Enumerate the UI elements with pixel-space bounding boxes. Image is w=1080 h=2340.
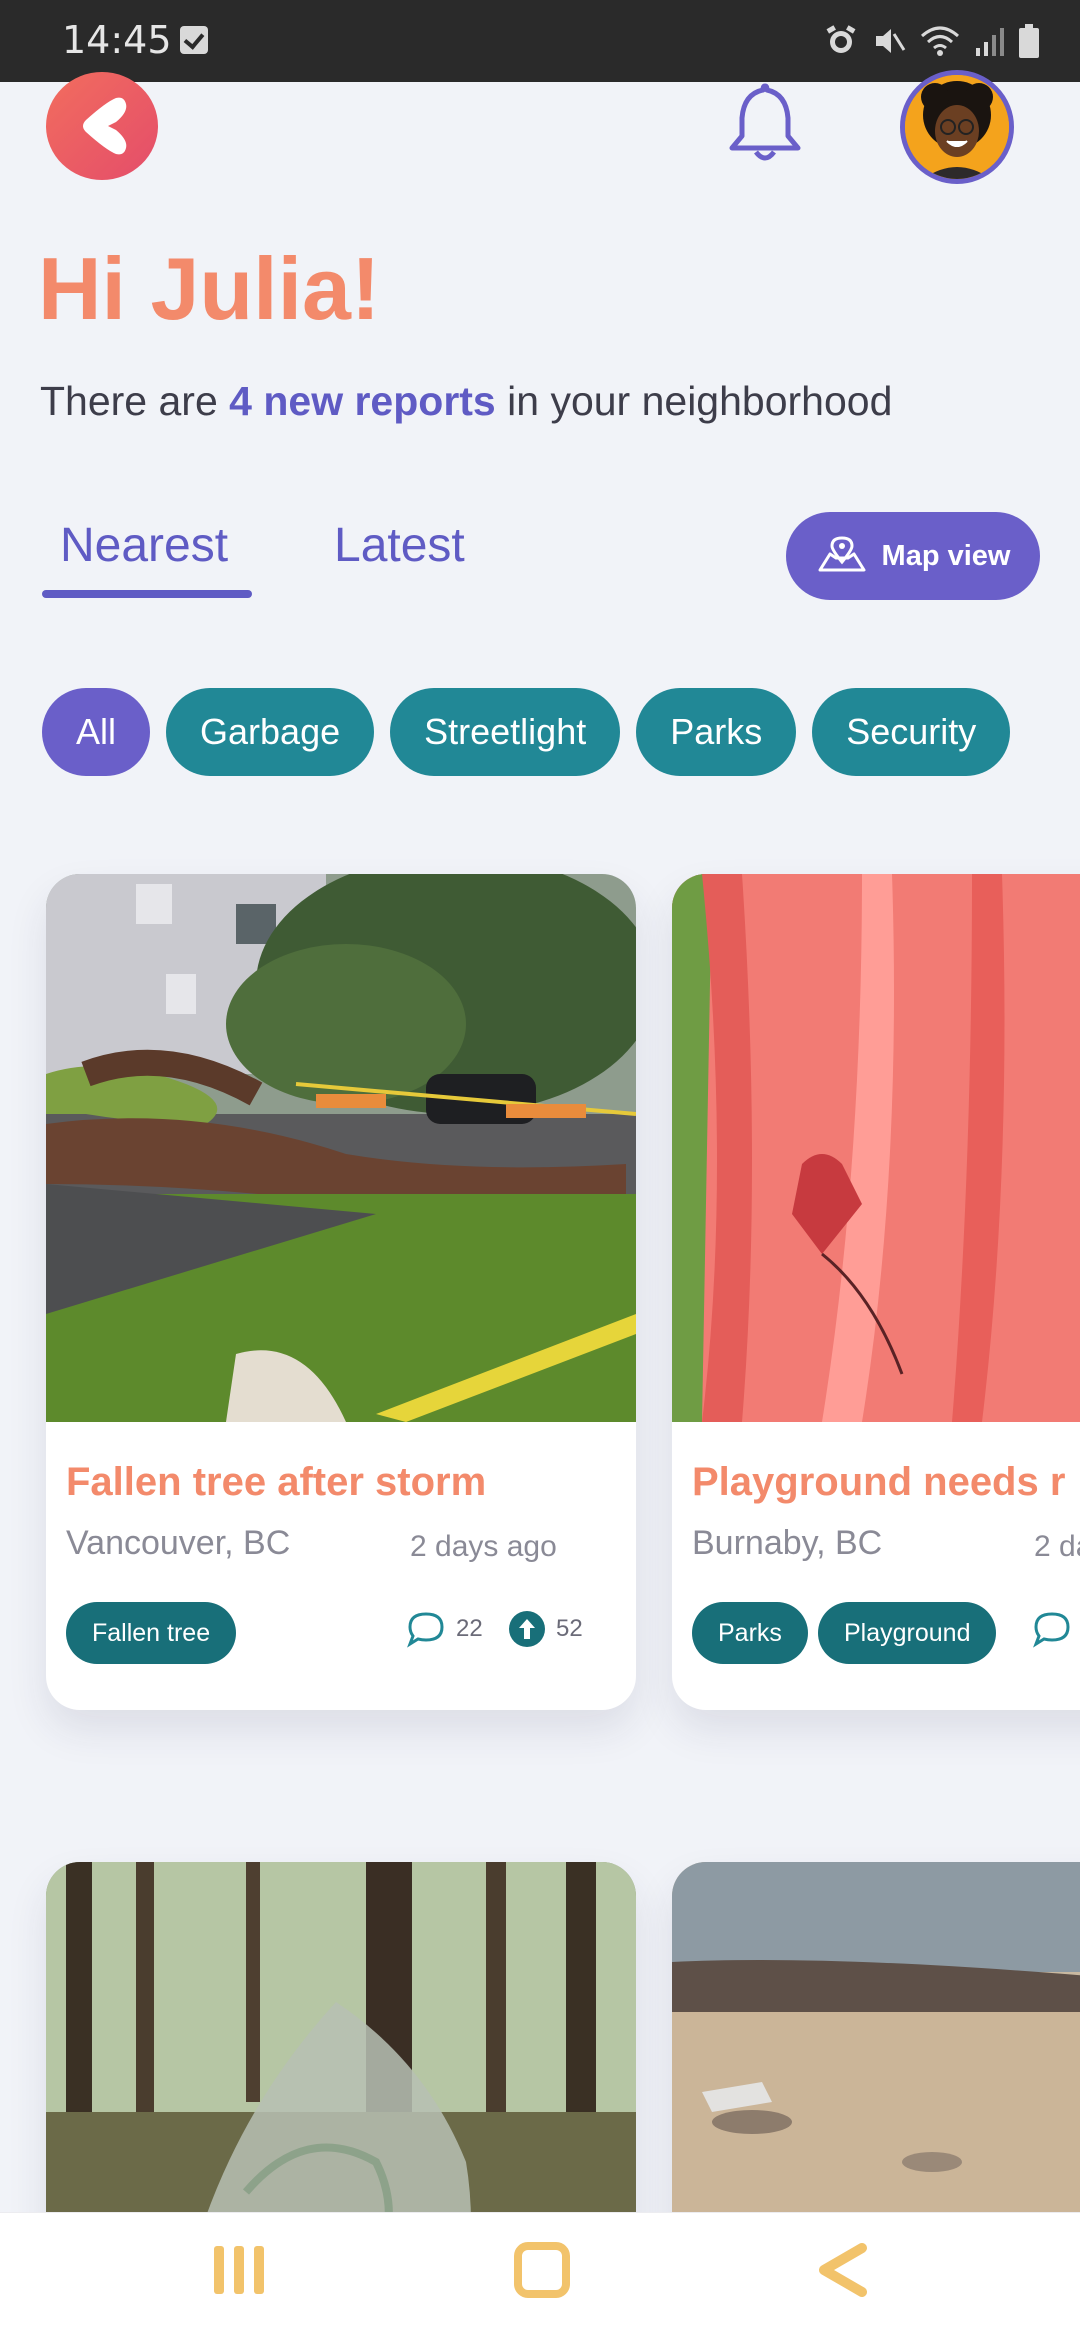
new-reports-count[interactable]: 4 new reports: [229, 378, 496, 424]
report-title: Playground needs r: [692, 1460, 1066, 1504]
home-icon[interactable]: [512, 2240, 572, 2300]
report-time: 2 days ago: [410, 1530, 557, 1563]
wifi-icon: [921, 26, 959, 56]
report-location: Vancouver, BC: [66, 1524, 291, 1562]
report-location: Burnaby, BC: [692, 1524, 883, 1562]
back-button[interactable]: [46, 72, 158, 180]
report-card[interactable]: Playground needs r Burnaby, BC 2 da Park…: [672, 874, 1080, 1710]
report-photo-fallen-tree: [46, 874, 636, 1422]
status-icons: [824, 20, 1040, 62]
active-tab-indicator: [42, 590, 252, 598]
reports-summary: There are 4 new reports in your neighbor…: [40, 378, 892, 425]
map-view-label: Map view: [881, 539, 1011, 572]
battery-icon: [1019, 24, 1039, 58]
filter-chip-parks[interactable]: Parks: [636, 688, 797, 776]
summary-suffix: in your neighborhood: [495, 378, 893, 424]
avatar-portrait-icon: [905, 75, 1009, 179]
report-tag[interactable]: Playground: [818, 1602, 997, 1664]
nav-back-icon[interactable]: [812, 2240, 872, 2300]
report-photo-broken-slide: [672, 874, 1080, 1422]
status-bar: 14:45: [0, 0, 1080, 82]
filter-chip-garbage[interactable]: Garbage: [166, 688, 375, 776]
upvote-count-value: 52: [556, 1615, 583, 1642]
signal-icon: [976, 28, 1004, 56]
report-title: Fallen tree after storm: [66, 1460, 487, 1504]
comment-count[interactable]: 22: [406, 1610, 483, 1648]
status-time: 14:45: [62, 18, 172, 62]
screen: 14:45 Hi Julia! There are 4 new reports …: [0, 0, 1080, 2340]
filter-chip-security[interactable]: Security: [812, 688, 1011, 776]
map-pin-icon: [818, 536, 866, 572]
avatar[interactable]: [900, 70, 1014, 184]
upvote-icon: [509, 1611, 545, 1647]
filter-chip-streetlight[interactable]: Streetlight: [390, 688, 621, 776]
map-view-button[interactable]: Map view: [786, 512, 1040, 600]
tab-latest[interactable]: Latest: [334, 518, 465, 573]
comment-icon: [407, 1612, 444, 1648]
comment-icon[interactable]: [1032, 1610, 1072, 1648]
report-card[interactable]: Fallen tree after storm Vancouver, BC 2 …: [46, 874, 636, 1710]
recent-apps-icon[interactable]: [210, 2240, 270, 2300]
notification-check-icon: [180, 26, 208, 54]
report-tag[interactable]: Parks: [692, 1602, 808, 1664]
bell-icon[interactable]: [722, 78, 808, 168]
report-tag[interactable]: Fallen tree: [66, 1602, 237, 1664]
tab-nearest[interactable]: Nearest: [60, 518, 228, 573]
filter-chips: All Garbage Streetlight Parks Security: [42, 688, 1011, 776]
back-chevron-icon: [83, 97, 127, 155]
report-time: 2 da: [1034, 1530, 1080, 1563]
upvote-count[interactable]: 52: [508, 1610, 583, 1648]
mute-icon: [876, 29, 906, 53]
greeting-title: Hi Julia!: [38, 239, 381, 338]
comment-count-value: 22: [456, 1615, 483, 1642]
filter-chip-all[interactable]: All: [42, 688, 151, 776]
alarm-icon: [826, 25, 856, 53]
summary-prefix: There are: [40, 378, 230, 424]
